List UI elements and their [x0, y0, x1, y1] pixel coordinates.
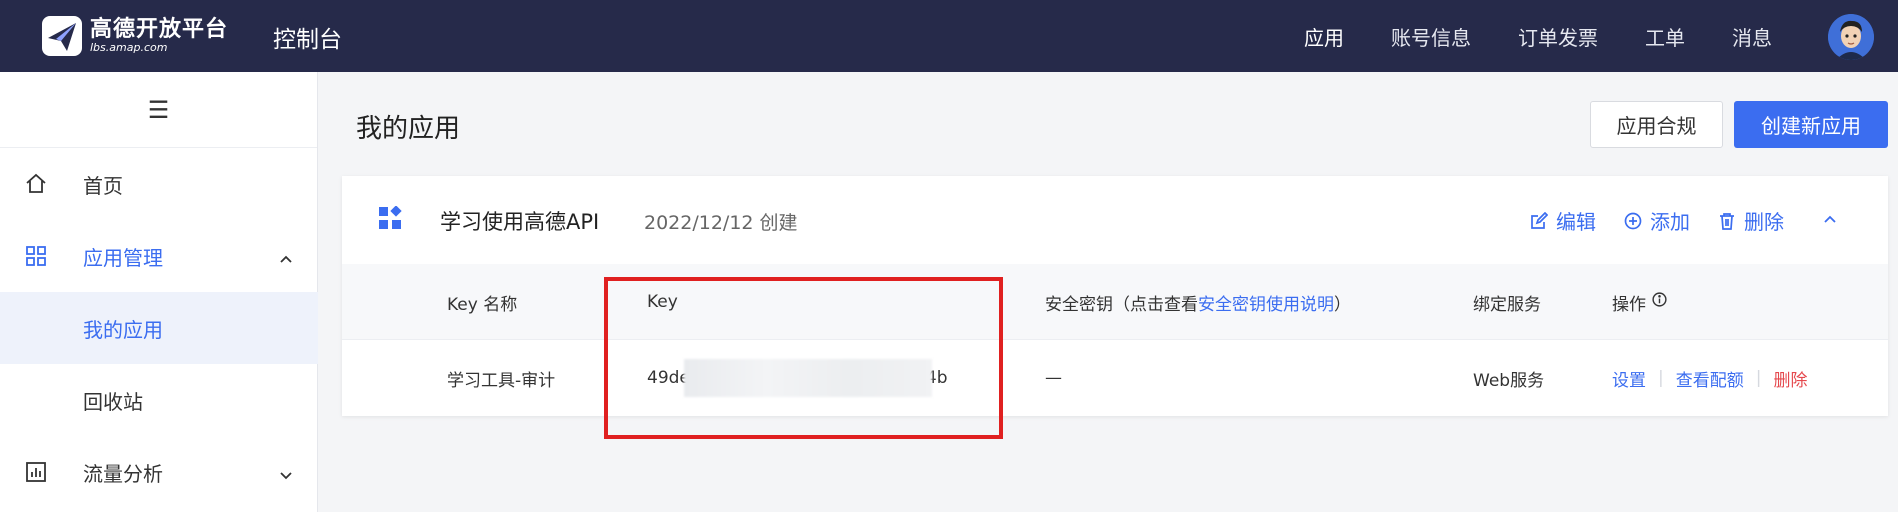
- console-title: 控制台: [273, 27, 342, 53]
- app-card: 学习使用高德API 2022/12/12 创建 编辑 添加 删除 Key 名称 …: [342, 176, 1888, 416]
- chevron-down-icon[interactable]: [278, 464, 294, 480]
- secret-cell: —: [1045, 368, 1062, 388]
- app-actions: 编辑 添加 删除: [1502, 206, 1838, 235]
- menu-toggle-icon[interactable]: ☰: [0, 72, 317, 148]
- nav-account[interactable]: 账号信息: [1391, 22, 1471, 51]
- delete-label: 删除: [1744, 210, 1784, 234]
- home-icon: [24, 172, 48, 196]
- view-quota-link[interactable]: 查看配额: [1676, 366, 1744, 391]
- info-icon[interactable]: [1652, 292, 1667, 312]
- redacted-key-blur: [683, 359, 932, 397]
- page-title: 我的应用: [356, 114, 461, 144]
- create-app-button[interactable]: 创建新应用: [1734, 101, 1888, 148]
- col-key: Key: [647, 292, 678, 312]
- sidebar-item-app-management[interactable]: 应用管理: [0, 220, 318, 292]
- operations-cell: 设置 | 查看配额 | 删除: [1612, 340, 1807, 416]
- sidebar-item-home[interactable]: 首页: [0, 148, 318, 220]
- table-row: 学习工具-审计 49de 4b — Web服务 设置 | 查看配额 | 删除: [342, 340, 1888, 416]
- nav-apps[interactable]: 应用: [1304, 22, 1344, 51]
- sidebar-item-traffic-analysis[interactable]: 流量分析: [0, 436, 318, 508]
- logo-title: 高德开放平台: [90, 17, 229, 42]
- divider: |: [1658, 368, 1664, 388]
- app-created-date: 2022/12/12 创建: [644, 212, 798, 234]
- app-card-header: 学习使用高德API 2022/12/12 创建 编辑 添加 删除: [342, 176, 1888, 264]
- add-key-button[interactable]: 添加: [1624, 206, 1690, 235]
- paper-plane-logo-icon: [40, 14, 86, 58]
- edit-icon: [1531, 211, 1548, 229]
- col-operations: 操作: [1612, 264, 1667, 340]
- amap-logo[interactable]: 高德开放平台 lbs.amap.com: [40, 14, 228, 58]
- trash-icon: [1720, 212, 1734, 230]
- col-secret: 安全密钥（点击查看 安全密钥使用说明）: [1045, 264, 1351, 340]
- sidebar-item-label: 我的应用: [83, 317, 163, 342]
- service-cell: Web服务: [1473, 370, 1545, 391]
- sidebar-item-label: 首页: [83, 173, 123, 198]
- chevron-up-icon[interactable]: [1822, 211, 1838, 231]
- plus-circle-icon: [1624, 212, 1642, 229]
- app-blocks-icon: [378, 205, 402, 230]
- secret-doc-link[interactable]: 安全密钥使用说明: [1198, 290, 1334, 315]
- app-compliance-button[interactable]: 应用合规: [1590, 101, 1723, 148]
- chevron-up-icon[interactable]: [278, 248, 294, 264]
- key-name-cell: 学习工具-审计: [447, 370, 556, 391]
- user-avatar[interactable]: [1828, 14, 1874, 60]
- top-navbar: 高德开放平台 lbs.amap.com 控制台 应用 账号信息 订单发票 工单 …: [0, 0, 1898, 72]
- sidebar-item-recycle-bin[interactable]: 回收站: [0, 364, 318, 436]
- logo-subtitle: lbs.amap.com: [90, 41, 168, 54]
- sidebar-item-label: 回收站: [83, 389, 143, 414]
- sidebar-item-label: 流量分析: [83, 461, 163, 486]
- delete-key-link[interactable]: 删除: [1773, 366, 1807, 391]
- add-label: 添加: [1650, 210, 1690, 234]
- keys-table-header: Key 名称 Key 安全密钥（点击查看 安全密钥使用说明） 绑定服务 操作: [342, 264, 1888, 340]
- sidebar-item-label: 应用管理: [83, 245, 163, 270]
- edit-label: 编辑: [1556, 210, 1596, 234]
- divider: |: [1755, 368, 1762, 388]
- sidebar: ☰ 首页 应用管理 我的应用 回收站 流量分析: [0, 72, 318, 512]
- delete-app-button[interactable]: 删除: [1718, 206, 1784, 235]
- grid-icon: [24, 244, 48, 268]
- nav-invoices[interactable]: 订单发票: [1518, 22, 1598, 51]
- settings-link[interactable]: 设置: [1612, 366, 1646, 391]
- sidebar-item-my-apps[interactable]: 我的应用: [0, 292, 318, 364]
- chart-icon: [24, 460, 48, 484]
- app-name: 学习使用高德API: [440, 210, 600, 234]
- nav-messages[interactable]: 消息: [1732, 22, 1772, 51]
- top-nav: 应用 账号信息 订单发票 工单 消息: [1257, 22, 1772, 51]
- edit-app-button[interactable]: 编辑: [1530, 206, 1596, 235]
- col-service: 绑定服务: [1473, 294, 1541, 315]
- nav-tickets[interactable]: 工单: [1645, 22, 1685, 51]
- key-value-cell[interactable]: 49de 4b: [647, 340, 948, 416]
- col-key-name: Key 名称: [447, 294, 518, 315]
